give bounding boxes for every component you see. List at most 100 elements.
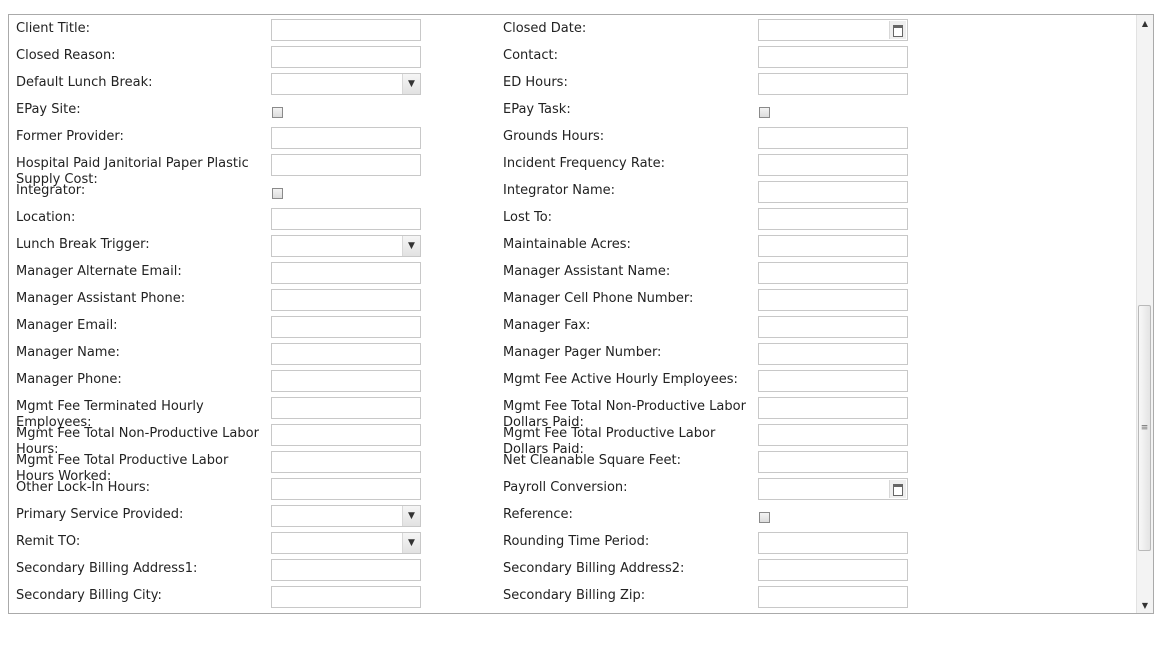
manager-assistant-name-field[interactable] [758,262,908,284]
mgmt-fee-total-non-productive-labor-hours-field[interactable] [271,424,421,446]
secondary-billing-address2-label: Secondary Billing Address2: [503,561,685,576]
reference-checkbox[interactable] [759,512,770,523]
rounding-time-period-label: Rounding Time Period: [503,534,650,549]
lunch-break-trigger-select[interactable]: ▼ [271,235,421,257]
secondary-billing-city-field[interactable] [271,586,421,608]
manager-phone-field[interactable] [271,370,421,392]
manager-fax-field[interactable] [758,316,908,338]
form-row: Mgmt Fee Total Productive Labor Hours Wo… [9,447,1137,484]
integrator-name-field[interactable] [758,181,908,203]
chevron-down-icon[interactable]: ▼ [402,533,420,553]
integrator-label: Integrator: [16,183,86,198]
secondary-billing-zip-field[interactable] [758,586,908,608]
manager-assistant-phone-label: Manager Assistant Phone: [16,291,186,306]
location-field[interactable] [271,208,421,230]
manager-pager-number-field[interactable] [758,343,908,365]
form-row: Integrator: Integrator Name: [9,177,1137,204]
mgmt-fee-total-non-productive-labor-dollars-paid-field[interactable] [758,397,908,419]
manager-email-label: Manager Email: [16,318,118,333]
lost-to-field[interactable] [758,208,908,230]
chevron-down-icon[interactable]: ▼ [402,74,420,94]
form-row: EPay Site: EPay Task: [9,96,1137,123]
former-provider-field[interactable] [271,127,421,149]
secondary-billing-zip-label: Secondary Billing Zip: [503,588,646,603]
payroll-conversion-date-field[interactable] [758,478,908,500]
chevron-down-icon[interactable]: ▼ [402,236,420,256]
client-title-label: Client Title: [16,21,91,36]
grounds-hours-field[interactable] [758,127,908,149]
net-cleanable-square-feet-label: Net Cleanable Square Feet: [503,453,681,468]
grounds-hours-label: Grounds Hours: [503,129,605,144]
other-lock-in-hours-field[interactable] [271,478,421,500]
scroll-up-arrow-icon[interactable]: ▲ [1137,15,1153,31]
calendar-icon[interactable] [889,480,906,498]
client-title-field[interactable] [271,19,421,41]
integrator-name-label: Integrator Name: [503,183,615,198]
vertical-scrollbar[interactable]: ▲ ≡ ▼ [1136,15,1153,613]
secondary-billing-address1-field[interactable] [271,559,421,581]
payroll-conversion-label: Payroll Conversion: [503,480,628,495]
form-row: Mgmt Fee Terminated Hourly Employees: Mgm… [9,393,1137,430]
mgmt-fee-active-hourly-employees-field[interactable] [758,370,908,392]
epay-site-label: EPay Site: [16,102,81,117]
manager-cell-phone-number-field[interactable] [758,289,908,311]
lunch-break-trigger-label: Lunch Break Trigger: [16,237,150,252]
closed-reason-field[interactable] [271,46,421,68]
form-row: Former Provider: Grounds Hours: [9,123,1137,150]
primary-service-provided-select[interactable]: ▼ [271,505,421,527]
ed-hours-label: ED Hours: [503,75,568,90]
form-row: Mgmt Fee Total Non-Productive Labor Hour… [9,420,1137,457]
form-row: Manager Phone: Mgmt Fee Active Hourly Emp… [9,366,1137,393]
lost-to-label: Lost To: [503,210,553,225]
contact-field[interactable] [758,46,908,68]
scroll-thumb[interactable]: ≡ [1138,305,1151,551]
manager-assistant-phone-field[interactable] [271,289,421,311]
form-row: Primary Service Provided: ▼ Reference: [9,501,1137,528]
mgmt-fee-active-hourly-employees-label: Mgmt Fee Active Hourly Employees: [503,372,738,387]
calendar-icon[interactable] [889,21,906,39]
mgmt-fee-total-productive-labor-hours-worked-field[interactable] [271,451,421,473]
epay-task-checkbox[interactable] [759,107,770,118]
manager-phone-label: Manager Phone: [16,372,122,387]
epay-task-label: EPay Task: [503,102,571,117]
form-row: Default Lunch Break: ▼ ED Hours: [9,69,1137,96]
form-row: Other Lock-In Hours: Payroll Conversion: [9,474,1137,501]
integrator-checkbox[interactable] [272,188,283,199]
manager-assistant-name-label: Manager Assistant Name: [503,264,671,279]
ed-hours-field[interactable] [758,73,908,95]
incident-frequency-rate-label: Incident Frequency Rate: [503,156,666,171]
default-lunch-break-label: Default Lunch Break: [16,75,153,90]
mgmt-fee-total-productive-labor-dollars-paid-field[interactable] [758,424,908,446]
secondary-billing-city-label: Secondary Billing City: [16,588,162,603]
form-row: Client Title: Closed Date: [9,15,1137,42]
manager-name-field[interactable] [271,343,421,365]
chevron-down-icon[interactable]: ▼ [402,506,420,526]
incident-frequency-rate-field[interactable] [758,154,908,176]
closed-date-date-field[interactable] [758,19,908,41]
former-provider-label: Former Provider: [16,129,124,144]
form-row: Secondary Billing Address1: Secondary Bil… [9,555,1137,582]
maintainable-acres-label: Maintainable Acres: [503,237,631,252]
closed-reason-label: Closed Reason: [16,48,116,63]
secondary-billing-address1-label: Secondary Billing Address1: [16,561,198,576]
manager-email-field[interactable] [271,316,421,338]
maintainable-acres-field[interactable] [758,235,908,257]
form-row: Secondary Billing City: Secondary Billing… [9,582,1137,609]
net-cleanable-square-feet-field[interactable] [758,451,908,473]
epay-site-checkbox[interactable] [272,107,283,118]
remit-to-label: Remit TO: [16,534,81,549]
manager-alternate-email-field[interactable] [271,262,421,284]
remit-to-select[interactable]: ▼ [271,532,421,554]
manager-pager-number-label: Manager Pager Number: [503,345,662,360]
form-row: Manager Email: Manager Fax: [9,312,1137,339]
default-lunch-break-select[interactable]: ▼ [271,73,421,95]
rounding-time-period-field[interactable] [758,532,908,554]
hospital-paid-janitorial-paper-plastic-supply-cost-field[interactable] [271,154,421,176]
mgmt-fee-terminated-hourly-employees-field[interactable] [271,397,421,419]
secondary-billing-address2-field[interactable] [758,559,908,581]
manager-alternate-email-label: Manager Alternate Email: [16,264,182,279]
scroll-down-arrow-icon[interactable]: ▼ [1137,597,1153,613]
contact-label: Contact: [503,48,558,63]
location-label: Location: [16,210,76,225]
manager-cell-phone-number-label: Manager Cell Phone Number: [503,291,694,306]
